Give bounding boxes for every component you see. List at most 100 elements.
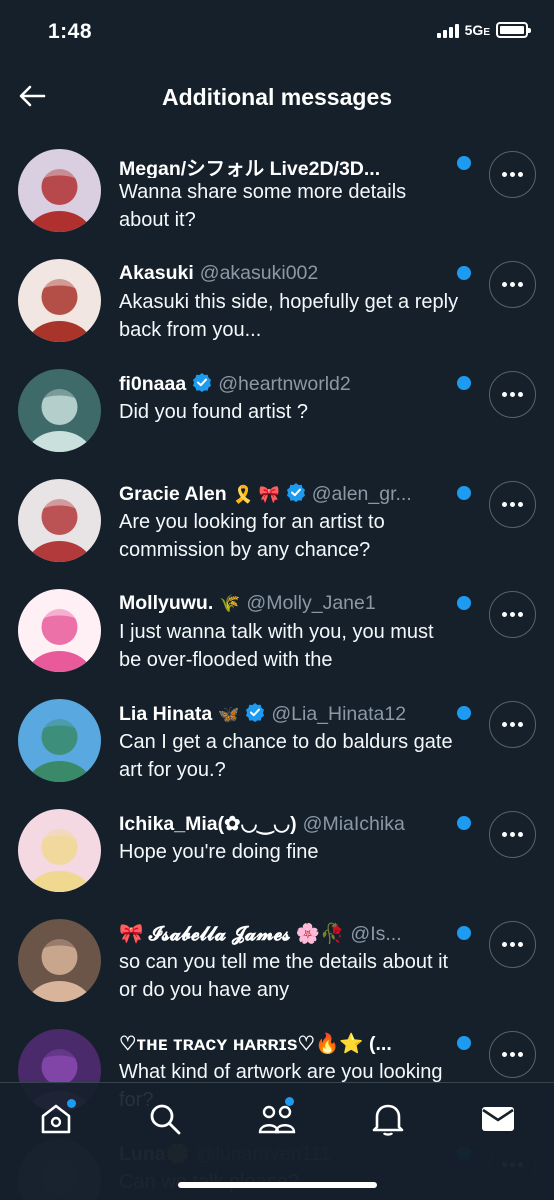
unread-indicator (457, 706, 471, 720)
more-icon (502, 612, 507, 617)
conversation-row[interactable]: Lia Hinata 🦋 @Lia_Hinata12 Can I get a cha… (0, 690, 554, 800)
mail-icon (482, 1107, 514, 1131)
unread-indicator (457, 486, 471, 500)
unread-indicator (457, 376, 471, 390)
message-preview: Can I get a chance to do baldurs gate ar… (119, 731, 453, 781)
handle: @heartnworld2 (218, 373, 351, 395)
conversation-title: Akasuki @akasuki002 (119, 262, 449, 288)
conversation-row[interactable]: Akasuki @akasuki002 Akasuki this side, ho… (0, 250, 554, 360)
unread-indicator (457, 156, 471, 170)
signal-icon (436, 22, 459, 38)
handle: @akasuki002 (199, 262, 319, 284)
handle: @MiaIchika (302, 813, 405, 835)
conversation-title: Mollyuwu. 🌾 @Molly_Jane1 (119, 592, 449, 618)
avatar[interactable] (18, 149, 101, 232)
status-time: 1:48 (48, 20, 93, 43)
avatar[interactable] (18, 259, 101, 342)
display-name: Mollyuwu. (119, 592, 214, 614)
display-name: Megan/シフォル Live2D/3D... (119, 158, 381, 178)
tab-notifications[interactable] (368, 1099, 408, 1139)
more-icon (502, 502, 507, 507)
avatar[interactable] (18, 479, 101, 562)
more-icon (502, 722, 507, 727)
conversation-title: ♡ᴛʜᴇ ᴛʀᴀᴄʏ ʜᴀʀʀɪs♡🔥⭐ (... (119, 1032, 449, 1058)
message-preview: so can you tell me the details about it … (119, 951, 449, 1001)
more-icon (502, 1052, 507, 1057)
more-options-button[interactable] (489, 1031, 536, 1078)
handle: @alen_gr... (311, 483, 412, 505)
avatar[interactable] (18, 369, 101, 452)
verified-badge-icon (245, 702, 265, 728)
verified-badge-icon (192, 372, 212, 398)
display-name: 🎀 𝓘𝓼𝓪𝓫𝓮𝓵𝓵𝓪 𝓙𝓪𝓶𝓮𝓼 🌸🥀 (119, 923, 345, 945)
avatar[interactable] (18, 919, 101, 1002)
home-notification-dot (67, 1099, 76, 1108)
conversation-row[interactable]: Gracie Alen 🎗️ 🎀 @alen_gr... Are you looki… (0, 470, 554, 580)
conversation-title: 🎀 𝓘𝓼𝓪𝓫𝓮𝓵𝓵𝓪 𝓙𝓪𝓶𝓮𝓼 🌸🥀 @Is... (119, 922, 449, 948)
handle: @Lia_Hinata12 (271, 703, 407, 725)
name-emoji: 🦋 (218, 705, 240, 724)
tab-messages[interactable] (478, 1099, 518, 1139)
unread-indicator (457, 926, 471, 940)
tab-search[interactable] (145, 1099, 185, 1139)
avatar[interactable] (18, 589, 101, 672)
tab-communities[interactable] (257, 1097, 297, 1139)
conversation-row[interactable]: Megan/シフォル Live2D/3D... Wanna share some… (0, 140, 554, 250)
message-preview: Hope you're doing fine (119, 841, 319, 863)
display-name: Ichika_Mia(✿◡‿◡) (119, 813, 297, 835)
display-name: ♡ᴛʜᴇ ᴛʀᴀᴄʏ ʜᴀʀʀɪs♡🔥⭐ (... (119, 1033, 392, 1055)
battery-icon (496, 22, 531, 38)
conversation-row[interactable]: Ichika_Mia(✿◡‿◡) @MiaIchika Hope you're d… (0, 800, 554, 910)
name-emoji: 🌾 (219, 594, 241, 613)
conversation-title: Lia Hinata 🦋 @Lia_Hinata12 (119, 702, 449, 728)
unread-indicator (457, 266, 471, 280)
conversation-row[interactable]: fi0naaa @heartnworld2 Did you found artis… (0, 360, 554, 470)
conversation-list: Megan/シフォル Live2D/3D... Wanna share some… (0, 140, 554, 1200)
display-name: fi0naaa (119, 373, 187, 395)
more-icon (502, 392, 507, 397)
status-bar: 1:48 5GE (0, 0, 554, 66)
avatar[interactable] (18, 809, 101, 892)
conversation-title: Megan/シフォル Live2D/3D... (119, 152, 449, 178)
bell-icon (372, 1104, 404, 1136)
name-emoji: 🎗️ 🎀 (232, 485, 280, 504)
unread-indicator (457, 596, 471, 610)
search-icon (150, 1104, 181, 1135)
avatar[interactable] (18, 699, 101, 782)
conversation-title: fi0naaa @heartnworld2 (119, 372, 449, 398)
message-preview: Akasuki this side, hopefully get a reply… (119, 291, 459, 341)
handle: @Is... (350, 923, 402, 945)
more-options-button[interactable] (489, 481, 536, 528)
message-preview: Are you looking for an artist to commiss… (119, 511, 385, 561)
display-name: Akasuki (119, 262, 194, 284)
network-type: 5GE (464, 22, 490, 38)
header: Additional messages (0, 66, 554, 130)
display-name: Gracie Alen (119, 483, 227, 505)
conversation-title: Ichika_Mia(✿◡‿◡) @MiaIchika (119, 812, 449, 838)
more-icon (502, 832, 507, 837)
message-preview: Did you found artist ? (119, 401, 308, 423)
message-preview: I just wanna talk with you, you must be … (119, 621, 434, 671)
more-options-button[interactable] (489, 701, 536, 748)
display-name: Lia Hinata (119, 703, 213, 725)
conversation-row[interactable]: Mollyuwu. 🌾 @Molly_Jane1 I just wanna talk… (0, 580, 554, 690)
home-indicator (178, 1182, 377, 1188)
more-icon (502, 172, 507, 177)
more-icon (502, 282, 507, 287)
status-indicators: 5GE (436, 22, 531, 38)
more-options-button[interactable] (489, 151, 536, 198)
more-options-button[interactable] (489, 921, 536, 968)
more-options-button[interactable] (489, 811, 536, 858)
verified-badge-icon (286, 482, 306, 508)
more-options-button[interactable] (489, 371, 536, 418)
conversation-title: Gracie Alen 🎗️ 🎀 @alen_gr... (119, 482, 449, 508)
tab-home[interactable] (36, 1099, 76, 1139)
page-title: Additional messages (161, 84, 393, 110)
message-preview: Wanna share some more details about it? (119, 181, 407, 231)
more-options-button[interactable] (489, 591, 536, 638)
conversation-row[interactable]: 🎀 𝓘𝓼𝓪𝓫𝓮𝓵𝓵𝓪 𝓙𝓪𝓶𝓮𝓼 🌸🥀 @Is... so can you tel… (0, 910, 554, 1020)
more-options-button[interactable] (489, 261, 536, 308)
unread-indicator (457, 816, 471, 830)
communities-icon (258, 1105, 296, 1134)
unread-indicator (457, 1036, 471, 1050)
